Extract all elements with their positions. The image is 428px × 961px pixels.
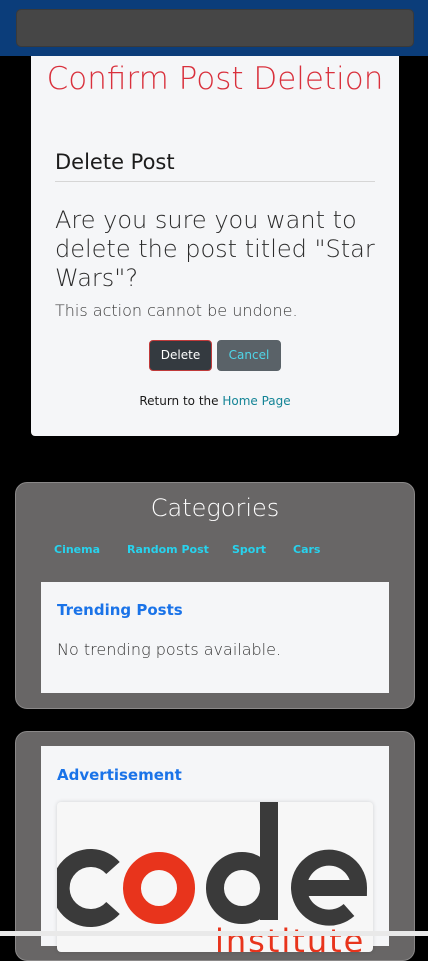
code-institute-logo[interactable]: institute — [57, 802, 373, 952]
trending-posts-box: Trending Posts No trending posts availab… — [41, 582, 389, 693]
home-page-link[interactable]: Home Page — [222, 394, 290, 408]
search-bar[interactable] — [16, 9, 414, 47]
confirm-card: Confirm Post Deletion Delete Post Are yo… — [31, 56, 399, 436]
svg-text:institute: institute — [215, 922, 365, 952]
confirm-question: Are you sure you want to delete the post… — [55, 206, 375, 292]
delete-button[interactable]: Delete — [149, 340, 212, 371]
category-link-random-post[interactable]: Random Post — [127, 543, 209, 556]
category-link-cinema[interactable]: Cinema — [54, 543, 100, 556]
cancel-button[interactable]: Cancel — [217, 340, 281, 371]
trending-title: Trending Posts — [57, 601, 183, 619]
category-link-cars[interactable]: Cars — [293, 543, 320, 556]
categories-title: Categories — [150, 494, 280, 522]
page-title: Confirm Post Deletion — [46, 61, 384, 97]
trending-empty-message: No trending posts available. — [57, 640, 282, 659]
categories-panel: Categories Cinema Random Post Sport Cars… — [15, 482, 415, 709]
divider — [55, 181, 375, 182]
return-prefix: Return to the — [139, 394, 219, 408]
category-link-sport[interactable]: Sport — [232, 543, 266, 556]
logo-graphic: institute — [57, 802, 368, 952]
advertisement-box: Advertisement institute — [41, 746, 389, 952]
top-navbar — [0, 0, 428, 56]
advertisement-title: Advertisement — [57, 766, 182, 784]
warning-text: This action cannot be undone. — [55, 301, 298, 320]
section-heading: Delete Post — [55, 150, 175, 174]
bottom-strip — [0, 931, 428, 936]
advertisement-panel: Advertisement institute — [15, 731, 415, 961]
return-line: Return to the Home Page — [31, 394, 399, 408]
